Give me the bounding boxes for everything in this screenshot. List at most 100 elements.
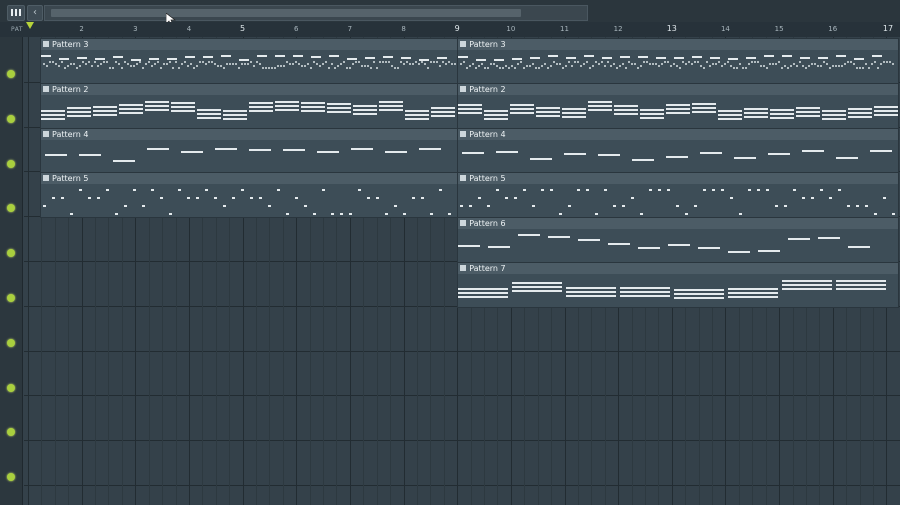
note-preview (229, 63, 231, 65)
note-preview (136, 63, 138, 65)
note-preview (511, 65, 514, 67)
track-mute-toggle[interactable] (7, 294, 15, 302)
note-preview (614, 108, 639, 111)
note-preview (257, 55, 267, 57)
track-mute-toggle[interactable] (7, 383, 15, 392)
pattern-icon (460, 265, 467, 271)
note-preview (43, 63, 45, 65)
pattern-clip[interactable]: Pattern 4 (457, 127, 900, 174)
pattern-icon (43, 41, 49, 47)
horizontal-scrollbar[interactable] (44, 5, 588, 21)
note-preview (277, 189, 280, 192)
note-preview (757, 61, 760, 63)
note-preview (385, 213, 388, 216)
note-preview (427, 67, 429, 69)
note-preview (166, 63, 168, 65)
pattern-clip[interactable]: Pattern 5 (457, 172, 900, 219)
note-preview (249, 105, 273, 108)
note-preview (347, 58, 357, 60)
note-preview (548, 236, 571, 239)
piano-keys-icon[interactable] (7, 5, 25, 21)
track-mute-toggle[interactable] (7, 428, 15, 437)
clip-header[interactable]: Pattern 5 (41, 173, 459, 185)
note-preview (667, 189, 671, 192)
ruler-bar-number: 9 (454, 24, 460, 33)
note-preview (247, 63, 249, 65)
note-preview (49, 61, 51, 63)
note-preview (61, 61, 63, 63)
pattern-clip[interactable]: Pattern 5 (40, 172, 460, 219)
pattern-clip[interactable]: Pattern 7 (457, 262, 900, 308)
pattern-clip[interactable]: Pattern 4 (40, 127, 460, 174)
clip-header[interactable]: Pattern 2 (41, 83, 459, 95)
note-preview (430, 61, 432, 63)
clip-header[interactable]: Pattern 6 (458, 218, 899, 230)
note-preview (559, 63, 562, 65)
timeline-ruler[interactable]: PAT 2 3 4 5 6 7 8 9 10 11 12 13 14 15 16 17 (0, 22, 900, 37)
clip-title: Pattern 2 (469, 84, 506, 94)
note-preview (673, 63, 676, 65)
note-preview (41, 109, 65, 112)
note-preview (93, 105, 117, 108)
note-preview (488, 246, 511, 249)
track-mute-toggle[interactable] (7, 159, 15, 168)
back-icon[interactable]: ‹ (27, 5, 43, 21)
track-mute-toggle[interactable] (7, 473, 15, 482)
track-mute-toggle[interactable] (7, 204, 15, 213)
note-preview (103, 61, 105, 63)
scrollbar-thumb[interactable] (51, 9, 521, 17)
track-mute-toggle[interactable] (7, 338, 15, 347)
note-preview (588, 104, 613, 107)
note-preview (436, 61, 438, 63)
note-preview (692, 56, 703, 58)
note-preview (476, 59, 487, 61)
note-preview (412, 63, 414, 65)
note-preview (564, 152, 587, 155)
clip-header[interactable]: Pattern 5 (458, 173, 899, 185)
note-preview (115, 61, 117, 63)
note-preview (784, 205, 788, 208)
note-preview (385, 61, 387, 63)
note-preview (487, 67, 490, 69)
note-preview (295, 61, 297, 63)
pattern-clip[interactable]: Pattern 3 (40, 38, 460, 84)
note-preview (145, 63, 147, 65)
note-preview (691, 63, 694, 65)
track-mute-toggle[interactable] (7, 70, 15, 78)
pattern-clip[interactable]: Pattern 2 (457, 82, 900, 129)
clip-header[interactable]: Pattern 3 (458, 39, 899, 50)
note-preview (301, 101, 325, 104)
note-preview (367, 65, 369, 67)
clip-header[interactable]: Pattern 7 (458, 263, 899, 274)
clip-header[interactable]: Pattern 4 (458, 128, 899, 140)
note-preview (802, 197, 806, 200)
clip-header[interactable]: Pattern 3 (41, 39, 459, 50)
clip-header[interactable]: Pattern 2 (458, 83, 899, 95)
note-preview (190, 63, 192, 65)
note-preview (327, 102, 351, 105)
ruler-bar-number: 7 (347, 25, 353, 33)
note-preview (223, 113, 247, 116)
note-preview (275, 100, 299, 103)
pattern-clip[interactable]: Pattern 2 (40, 82, 460, 129)
note-preview (67, 65, 69, 67)
note-preview (865, 205, 869, 208)
track-divider (24, 350, 900, 352)
note-preview (147, 147, 169, 150)
pattern-clip[interactable]: Pattern 6 (457, 217, 900, 264)
note-preview (337, 65, 339, 67)
track-mute-toggle[interactable] (7, 249, 15, 258)
note-preview (313, 61, 315, 63)
note-preview (529, 65, 532, 67)
note-preview (379, 61, 381, 63)
note-preview (568, 205, 572, 208)
note-preview (578, 239, 601, 242)
playhead-marker[interactable] (26, 22, 34, 29)
pattern-clip[interactable]: Pattern 3 (457, 38, 900, 84)
ruler-bar-number: 14 (720, 25, 730, 33)
note-preview (458, 107, 483, 110)
note-preview (197, 112, 221, 115)
note-preview (448, 213, 451, 216)
clip-header[interactable]: Pattern 4 (41, 128, 459, 140)
track-mute-toggle[interactable] (7, 114, 15, 123)
